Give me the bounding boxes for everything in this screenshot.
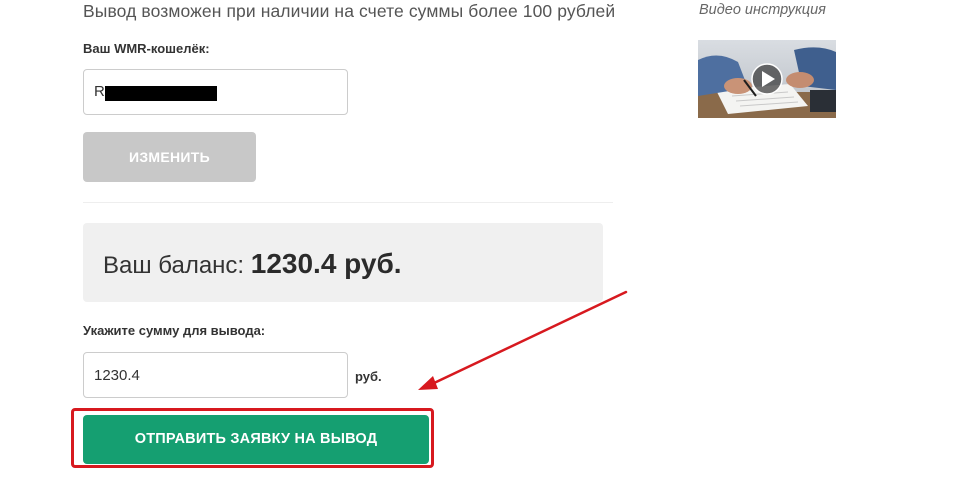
amount-input[interactable]	[83, 352, 348, 398]
video-thumbnail-image	[698, 40, 836, 118]
change-wallet-button[interactable]: ИЗМЕНИТЬ	[83, 132, 256, 182]
redacted-wallet-number	[105, 86, 217, 101]
amount-label: Укажите сумму для вывода:	[83, 323, 266, 338]
play-icon[interactable]	[751, 63, 783, 95]
divider	[83, 202, 613, 203]
balance-label: Ваш баланс:	[103, 252, 245, 279]
video-instruction-title: Видео инструкция	[699, 2, 826, 18]
wallet-value: R	[94, 83, 105, 100]
annotation-highlight-frame	[71, 408, 434, 468]
balance-text: Ваш баланс: 1230.4 руб.	[103, 248, 402, 280]
balance-value: 1230.4 руб.	[250, 248, 402, 279]
wallet-label: Ваш WMR-кошелёк:	[83, 41, 210, 56]
balance-box: Ваш баланс: 1230.4 руб.	[83, 223, 603, 302]
video-thumbnail[interactable]	[698, 40, 836, 118]
withdraw-info-text: Вывод возможен при наличии на счете сумм…	[83, 1, 616, 21]
currency-suffix: руб.	[355, 369, 382, 384]
wallet-input[interactable]: R	[83, 69, 348, 115]
